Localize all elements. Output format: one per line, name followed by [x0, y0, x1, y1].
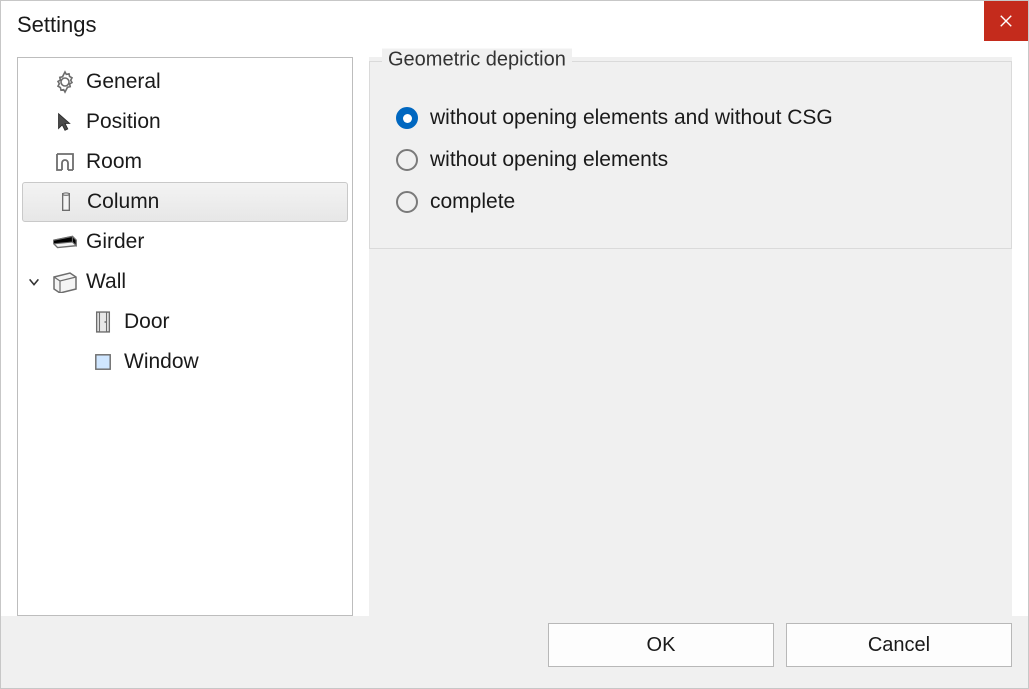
content-panel: Geometric depiction without opening elem…	[369, 57, 1012, 433]
tree-label: General	[86, 70, 161, 94]
titlebar: Settings	[1, 1, 1028, 49]
category-tree[interactable]: General Position Room	[17, 57, 353, 616]
button-label: OK	[647, 634, 676, 657]
room-icon	[52, 149, 78, 175]
dialog-body: General Position Room	[1, 49, 1028, 616]
door-icon	[90, 309, 116, 335]
tree-item-room[interactable]: Room	[18, 142, 352, 182]
tree-label: Column	[87, 190, 159, 214]
geometric-depiction-group: Geometric depiction without opening elem…	[369, 61, 1012, 249]
radio-indicator	[396, 107, 418, 129]
cursor-icon	[52, 109, 78, 135]
tree-label: Room	[86, 150, 142, 174]
dialog-title: Settings	[17, 12, 97, 38]
radio-complete[interactable]: complete	[396, 190, 985, 214]
girder-icon	[52, 229, 78, 255]
window-icon	[90, 349, 116, 375]
tree-label: Window	[124, 350, 199, 374]
radio-without-opening[interactable]: without opening elements	[396, 148, 985, 172]
close-icon	[999, 14, 1013, 28]
tree-item-door[interactable]: Door	[18, 302, 352, 342]
chevron-down-icon[interactable]	[24, 275, 44, 289]
wall-icon	[52, 269, 78, 295]
tree-label: Door	[124, 310, 170, 334]
tree-item-girder[interactable]: Girder	[18, 222, 352, 262]
settings-dialog: Settings General Position	[0, 0, 1029, 689]
tree-item-position[interactable]: Position	[18, 102, 352, 142]
tree-label: Girder	[86, 230, 144, 254]
tree-label: Position	[86, 110, 161, 134]
radio-label: without opening elements	[430, 148, 668, 172]
gear-icon	[52, 69, 78, 95]
group-title: Geometric depiction	[382, 49, 572, 72]
settings-content-area: Geometric depiction without opening elem…	[369, 57, 1012, 616]
radio-without-opening-and-csg[interactable]: without opening elements and without CSG	[396, 106, 985, 130]
tree-label: Wall	[86, 270, 126, 294]
column-icon	[53, 189, 79, 215]
ok-button[interactable]: OK	[548, 623, 774, 667]
radio-label: complete	[430, 190, 515, 214]
button-label: Cancel	[868, 634, 930, 657]
tree-item-window[interactable]: Window	[18, 342, 352, 382]
tree-item-general[interactable]: General	[18, 62, 352, 102]
dialog-button-row: OK Cancel	[1, 616, 1028, 688]
close-button[interactable]	[984, 1, 1028, 41]
radio-label: without opening elements and without CSG	[430, 106, 833, 130]
tree-item-wall[interactable]: Wall	[18, 262, 352, 302]
cancel-button[interactable]: Cancel	[786, 623, 1012, 667]
tree-item-column[interactable]: Column	[22, 182, 348, 222]
radio-indicator	[396, 191, 418, 213]
radio-indicator	[396, 149, 418, 171]
